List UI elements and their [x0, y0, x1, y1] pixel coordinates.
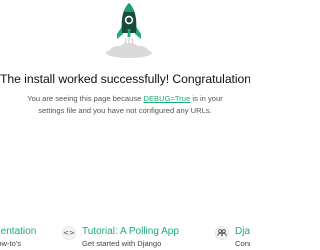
community-title[interactable]: Django Community	[235, 226, 250, 237]
people-icon	[215, 226, 229, 240]
documentation-card[interactable]: Documentation Topics, references, & how-…	[0, 222, 60, 250]
community-subtitle: Connect, get help, or contribute	[235, 239, 250, 248]
tutorial-card[interactable]: <> Tutorial: A Polling App Get started w…	[60, 222, 210, 250]
documentation-subtitle: Topics, references, & how-to's	[0, 239, 22, 248]
tutorial-subtitle: Get started with Django	[82, 239, 162, 248]
page: The install worked successfully! Congrat…	[0, 0, 250, 250]
people-glyph	[217, 229, 227, 237]
success-headline: The install worked successfully! Congrat…	[0, 72, 250, 86]
explanation-text-before: You are seeing this page because	[27, 94, 144, 103]
debug-explanation: You are seeing this page because DEBUG=T…	[20, 93, 230, 116]
rocket-illustration	[99, 0, 159, 66]
code-icon: <>	[62, 226, 76, 240]
rocket-icon	[106, 3, 152, 58]
community-card[interactable]: Django Community Connect, get help, or c…	[212, 222, 250, 250]
documentation-title[interactable]: Documentation	[0, 226, 36, 237]
debug-setting-link[interactable]: DEBUG=True	[143, 94, 190, 103]
tutorial-title[interactable]: Tutorial: A Polling App	[82, 226, 179, 237]
